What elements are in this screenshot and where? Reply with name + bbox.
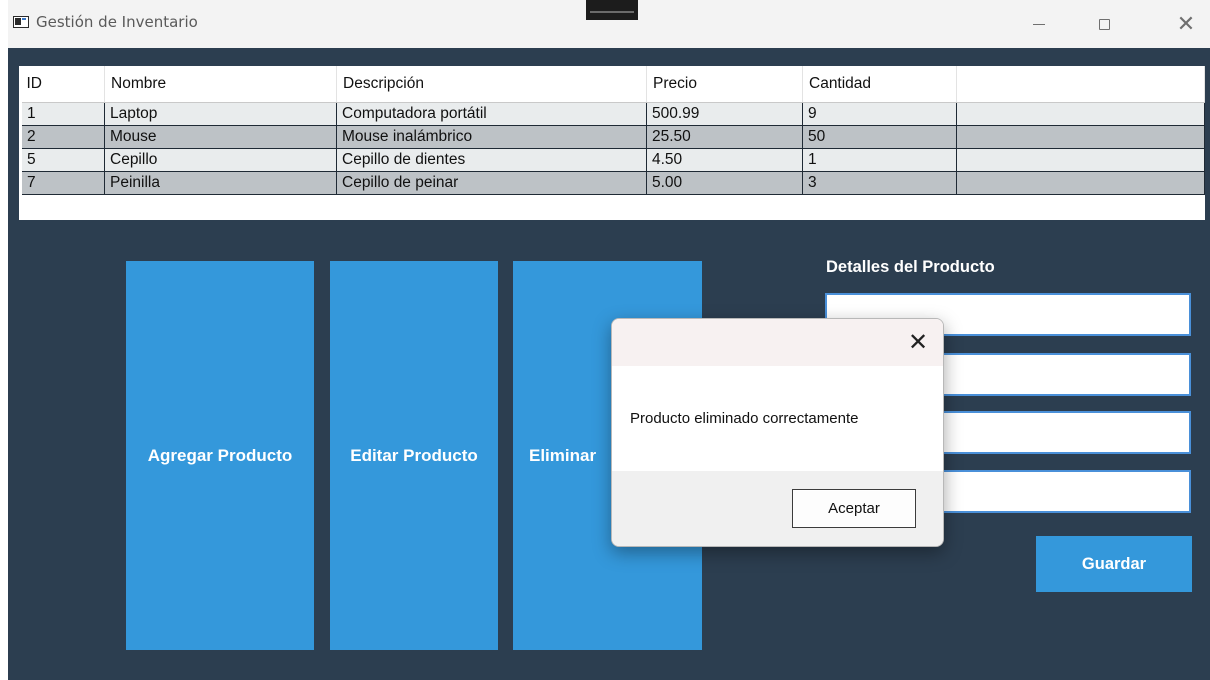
details-heading: Detalles del Producto [826,258,995,276]
add-product-button[interactable]: Agregar Producto [126,261,314,650]
close-icon: ✕ [907,328,929,356]
dialog-footer: Aceptar [612,471,943,546]
dialog-close-button[interactable]: ✕ [901,325,935,359]
cell-id[interactable]: 5 [19,148,105,172]
title-bar[interactable]: Gestión de Inventario ✕ [8,0,1210,48]
cell-precio[interactable]: 25.50 [646,125,803,149]
maximize-button[interactable] [1084,8,1124,40]
cell-id[interactable]: 2 [19,125,105,149]
table-row[interactable]: 1 Laptop Computadora portátil 500.99 9 [19,102,1205,126]
cell-nombre[interactable]: Laptop [104,102,337,126]
cell-precio[interactable]: 4.50 [646,148,803,172]
dialog-message: Producto eliminado correctamente [630,410,859,427]
cell-filler [956,171,1205,195]
cell-descripcion[interactable]: Cepillo de peinar [336,171,647,195]
column-header-cantidad[interactable]: Cantidad [802,66,957,103]
table-header-row: ID Nombre Descripción Precio Cantidad [20,66,1205,103]
table-row[interactable]: 7 Peinilla Cepillo de peinar 5.00 3 [19,171,1205,195]
cell-descripcion[interactable]: Cepillo de dientes [336,148,647,172]
close-icon: ✕ [1176,11,1196,37]
cell-nombre[interactable]: Peinilla [104,171,337,195]
screen-notch [586,0,638,20]
cell-cantidad[interactable]: 9 [802,102,957,126]
maximize-icon [1098,18,1110,30]
cell-filler [956,148,1205,172]
app-window-icon [13,16,29,28]
cell-id[interactable]: 7 [19,171,105,195]
cell-cantidad[interactable]: 50 [802,125,957,149]
table-row[interactable]: 5 Cepillo Cepillo de dientes 4.50 1 [19,148,1205,172]
close-button[interactable]: ✕ [1166,8,1206,40]
cell-filler [956,125,1205,149]
cell-precio[interactable]: 5.00 [646,171,803,195]
product-table: ID Nombre Descripción Precio Cantidad 1 … [19,66,1205,195]
dialog-title-bar[interactable]: ✕ [612,319,943,366]
edit-product-button[interactable]: Editar Producto [330,261,498,650]
ok-button[interactable]: Aceptar [792,489,916,528]
cell-cantidad[interactable]: 1 [802,148,957,172]
table-row[interactable]: 2 Mouse Mouse inalámbrico 25.50 50 [19,125,1205,149]
column-header-filler [956,66,1205,103]
window-title: Gestión de Inventario [36,13,198,31]
column-header-descripcion[interactable]: Descripción [336,66,647,103]
column-header-nombre[interactable]: Nombre [104,66,337,103]
minimize-button[interactable] [1019,8,1059,40]
cell-nombre[interactable]: Cepillo [104,148,337,172]
cell-nombre[interactable]: Mouse [104,125,337,149]
minimize-icon [1033,23,1045,25]
cell-cantidad[interactable]: 3 [802,171,957,195]
main-window: Gestión de Inventario ✕ ID Nombre Descri… [8,0,1210,680]
cell-descripcion[interactable]: Computadora portátil [336,102,647,126]
cell-id[interactable]: 1 [19,102,105,126]
cell-precio[interactable]: 500.99 [646,102,803,126]
message-dialog: ✕ Producto eliminado correctamente Acept… [611,318,944,547]
column-header-precio[interactable]: Precio [646,66,803,103]
column-header-id[interactable]: ID [20,66,105,103]
cell-descripcion[interactable]: Mouse inalámbrico [336,125,647,149]
cell-filler [956,102,1205,126]
product-grid[interactable]: ID Nombre Descripción Precio Cantidad 1 … [19,66,1205,220]
save-button[interactable]: Guardar [1036,536,1192,592]
